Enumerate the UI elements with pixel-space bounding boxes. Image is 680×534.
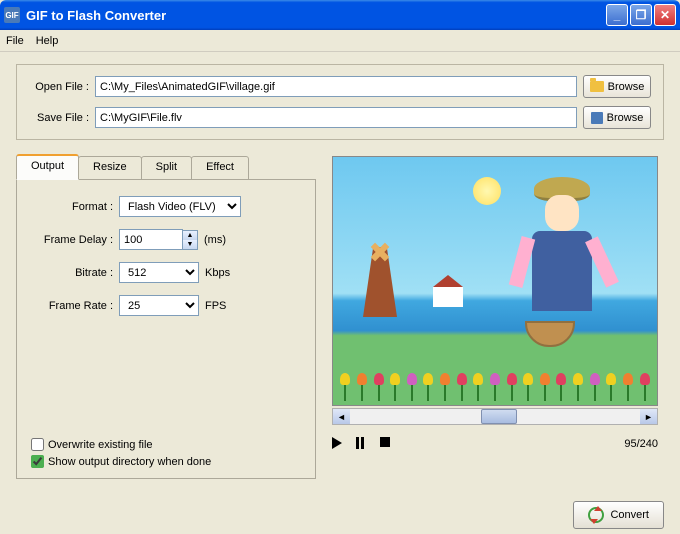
file-panel: Open File : Browse Save File : Browse <box>16 64 664 140</box>
framerate-label: Frame Rate : <box>31 300 113 312</box>
scroll-track[interactable] <box>350 409 640 424</box>
play-button[interactable] <box>332 437 346 451</box>
play-icon <box>332 437 342 449</box>
menu-help[interactable]: Help <box>36 35 59 47</box>
windmill-graphic <box>363 247 397 317</box>
framedelay-label: Frame Delay : <box>31 234 113 246</box>
tab-bar: Output Resize Split Effect <box>16 156 316 180</box>
maximize-button[interactable]: ❐ <box>630 4 652 26</box>
framedelay-spinner[interactable]: ▲▼ <box>183 230 198 250</box>
folder-icon <box>590 81 604 92</box>
save-file-input[interactable] <box>95 107 577 128</box>
pause-button[interactable] <box>356 437 370 451</box>
save-icon <box>591 112 603 124</box>
menu-file[interactable]: File <box>6 35 24 47</box>
bitrate-unit: Kbps <box>205 267 230 279</box>
showdir-label: Show output directory when done <box>48 456 211 468</box>
playback-controls: 95/240 <box>332 437 658 451</box>
overwrite-label: Overwrite existing file <box>48 439 153 451</box>
tulips-graphic <box>333 345 657 405</box>
framedelay-unit: (ms) <box>204 234 226 246</box>
bitrate-select[interactable]: 512 <box>119 262 199 283</box>
tab-effect[interactable]: Effect <box>191 156 249 180</box>
framedelay-input[interactable] <box>119 229 183 250</box>
showdir-checkbox[interactable] <box>31 455 44 468</box>
menu-bar: File Help <box>0 30 680 52</box>
minimize-button[interactable]: _ <box>606 4 628 26</box>
open-file-input[interactable] <box>95 76 577 97</box>
stop-icon <box>380 437 390 447</box>
tab-split[interactable]: Split <box>141 156 192 180</box>
title-bar: GIF GIF to Flash Converter _ ❐ ✕ <box>0 0 680 30</box>
overwrite-checkbox[interactable] <box>31 438 44 451</box>
app-icon: GIF <box>4 7 20 23</box>
format-select[interactable]: Flash Video (FLV) <box>119 196 241 217</box>
stop-button[interactable] <box>380 437 394 451</box>
output-panel: Format : Flash Video (FLV) Frame Delay :… <box>16 179 316 479</box>
close-button[interactable]: ✕ <box>654 4 676 26</box>
framerate-unit: FPS <box>205 300 226 312</box>
frame-counter: 95/240 <box>624 438 658 450</box>
convert-button[interactable]: Convert <box>573 501 664 529</box>
preview-scrollbar[interactable]: ◄ ► <box>332 408 658 425</box>
open-file-label: Open File : <box>29 81 89 93</box>
scroll-right-button[interactable]: ► <box>640 409 657 424</box>
sun-graphic <box>473 177 501 205</box>
scroll-left-button[interactable]: ◄ <box>333 409 350 424</box>
browse-save-button[interactable]: Browse <box>583 106 651 129</box>
house-graphic <box>433 287 463 307</box>
pause-icon <box>356 437 370 449</box>
framerate-select[interactable]: 25 <box>119 295 199 316</box>
format-label: Format : <box>31 201 113 213</box>
tab-output[interactable]: Output <box>16 154 79 180</box>
bitrate-label: Bitrate : <box>31 267 113 279</box>
convert-icon <box>588 507 604 523</box>
browse-open-button[interactable]: Browse <box>583 75 651 98</box>
scroll-thumb[interactable] <box>481 409 517 424</box>
tab-resize[interactable]: Resize <box>78 156 142 180</box>
window-title: GIF to Flash Converter <box>26 8 606 23</box>
preview-area <box>332 156 658 406</box>
save-file-label: Save File : <box>29 112 89 124</box>
